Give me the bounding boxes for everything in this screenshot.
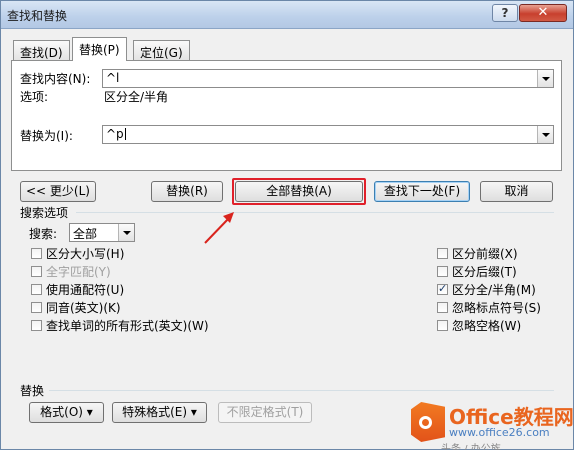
office-logo-icon xyxy=(411,402,445,442)
watermark: Office教程网 www.office26.com 头条 / 办公族 xyxy=(411,399,574,450)
watermark-url: www.office26.com xyxy=(449,426,550,439)
tab-replace[interactable]: 替换(P) xyxy=(72,37,127,61)
annotation-arrow-icon xyxy=(204,212,234,244)
find-replace-dialog: 查找和替换 ? ✕ 查找(D) 替换(P) 定位(G) 查找内容(N): ^l … xyxy=(0,0,574,450)
watermark-footer: 头条 / 办公族 xyxy=(441,444,501,450)
